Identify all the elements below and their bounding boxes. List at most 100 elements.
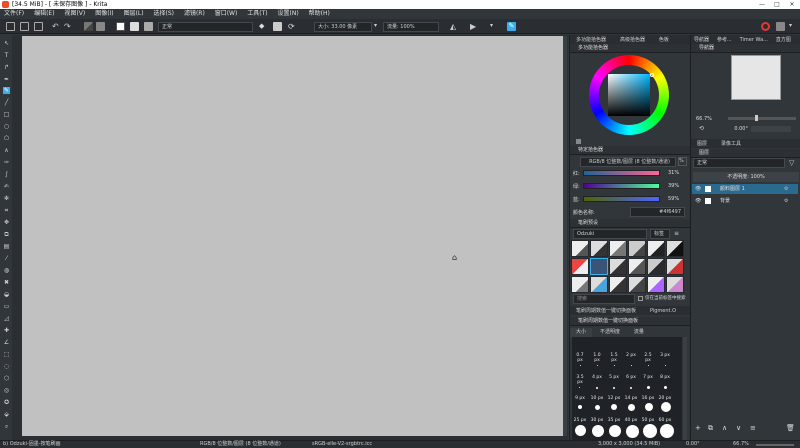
brush-preset[interactable] xyxy=(628,276,646,293)
brush-tag-select[interactable]: Odzuki xyxy=(573,229,647,239)
redo-icon[interactable]: ↷ xyxy=(64,22,73,31)
dynamic-brush-tool-icon[interactable]: ✍ xyxy=(3,183,10,190)
preset-list-icon[interactable]: ≡ xyxy=(674,230,682,238)
text-tool-icon[interactable]: T xyxy=(3,52,10,59)
menu-settings[interactable]: 设置(N) xyxy=(274,9,303,19)
toolbar-overflow-icon[interactable]: ▾ xyxy=(789,22,798,31)
rectangle-tool-icon[interactable]: □ xyxy=(3,111,10,118)
red-value[interactable]: 31% xyxy=(668,170,679,176)
blend-mode-select[interactable]: 正常 xyxy=(158,22,253,32)
edit-shapes-tool-icon[interactable]: ↱ xyxy=(3,64,10,71)
layer-name[interactable]: 颜料图层 1 xyxy=(720,184,745,194)
tag-button[interactable]: 标签 xyxy=(650,229,670,239)
filter-icon[interactable]: ▽ xyxy=(789,159,794,167)
size-dot[interactable] xyxy=(665,365,666,366)
zoom-tool-icon[interactable]: ⌕ xyxy=(3,423,10,430)
menu-select[interactable]: 选择(S) xyxy=(150,9,179,19)
move-layer-down-icon[interactable]: ∨ xyxy=(736,424,741,432)
navigator-thumbnail[interactable] xyxy=(731,55,781,100)
undo-icon[interactable]: ↶ xyxy=(52,22,61,31)
pen-mode-icon[interactable]: ✎ xyxy=(507,22,516,31)
freehand-path-tool-icon[interactable]: ∫ xyxy=(3,171,10,178)
layer-opacity-slider[interactable]: 不透明度: 100% xyxy=(693,172,799,182)
maximize-button[interactable]: □ xyxy=(770,0,784,9)
layer-row[interactable]: 👁 颜料图层 1 ⚙ xyxy=(692,184,798,194)
minimize-button[interactable]: — xyxy=(755,0,769,9)
select-shapes-tool-icon[interactable]: ↖ xyxy=(3,40,10,47)
menu-window[interactable]: 窗口(W) xyxy=(211,9,242,19)
tab-recorder[interactable]: 录像工具 xyxy=(715,140,747,149)
menu-view[interactable]: 视图(V) xyxy=(60,9,89,19)
size-reset-icon[interactable]: ▾ xyxy=(374,22,383,31)
size-dot[interactable] xyxy=(661,402,671,412)
size-dot[interactable] xyxy=(597,365,598,366)
size-dot[interactable] xyxy=(578,405,582,409)
tab-flow[interactable]: 流量 xyxy=(628,328,650,337)
drawing-canvas[interactable]: ⌂ xyxy=(22,36,565,436)
status-colorspace[interactable]: RGB/8 位整数/图层 (8 位整数/通道) xyxy=(200,441,281,448)
size-dot[interactable] xyxy=(609,425,621,437)
polygon-tool-icon[interactable]: ⬠ xyxy=(3,135,10,142)
size-dot[interactable] xyxy=(613,387,615,389)
brush-preset[interactable] xyxy=(609,276,627,293)
smart-patch-tool-icon[interactable]: ✖ xyxy=(3,279,10,286)
status-rotation[interactable]: 0.00° xyxy=(686,441,700,448)
ellipse-select-tool-icon[interactable]: ◌ xyxy=(3,363,10,370)
wrap-around-icon[interactable]: ▾ xyxy=(490,22,499,31)
brush-preset[interactable] xyxy=(628,240,646,257)
delete-layer-icon[interactable]: 🗑 xyxy=(786,424,795,432)
pattern-icon[interactable] xyxy=(96,22,105,31)
reload-icon[interactable]: ⟳ xyxy=(288,22,297,31)
ellipse-tool-icon[interactable]: ○ xyxy=(3,123,10,130)
layer-name[interactable]: 背景 xyxy=(720,196,730,206)
menu-help[interactable]: 帮助(H) xyxy=(305,9,334,19)
multibrush-tool-icon[interactable]: ✻ xyxy=(3,195,10,202)
close-button[interactable]: ✕ xyxy=(785,0,799,9)
brush-size-slider[interactable]: 大小: 33.00 像素 xyxy=(314,22,372,32)
size-dot[interactable] xyxy=(592,425,604,437)
crop-tool-icon[interactable]: ⌗ xyxy=(3,207,10,214)
menu-image[interactable]: 图像(I) xyxy=(91,9,117,19)
saturation-value-square[interactable] xyxy=(608,74,650,116)
size-dot[interactable] xyxy=(643,424,657,438)
brush-preset[interactable] xyxy=(571,276,589,293)
transform-tool-icon[interactable]: ⧉ xyxy=(3,231,10,238)
brush-preset[interactable] xyxy=(666,240,684,257)
brush-preset[interactable] xyxy=(571,258,589,275)
red-slider[interactable] xyxy=(583,170,660,176)
new-document-icon[interactable] xyxy=(6,22,15,31)
freehand-select-tool-icon[interactable]: ◎ xyxy=(3,387,10,394)
duplicate-layer-icon[interactable]: ⧉ xyxy=(708,424,713,433)
layer-lock-icon[interactable]: ⚙ xyxy=(784,196,788,206)
gradient-icon[interactable] xyxy=(84,22,93,31)
add-layer-icon[interactable]: + xyxy=(695,424,701,432)
blue-slider[interactable] xyxy=(583,196,660,202)
tab-opacity[interactable]: 不透明度 xyxy=(594,328,626,337)
status-zoom[interactable]: 66.7% xyxy=(733,441,749,448)
layer-properties-icon[interactable]: ≡ xyxy=(750,424,756,432)
mirror-horizontal-icon[interactable]: ◭ xyxy=(450,22,459,31)
size-dot[interactable] xyxy=(614,365,615,366)
workspace-icon[interactable] xyxy=(776,22,785,31)
colorspace-toggle-icon[interactable]: % xyxy=(678,157,687,166)
preserve-alpha-icon[interactable] xyxy=(273,22,282,31)
layer-lock-icon[interactable]: ⚙ xyxy=(784,184,788,194)
freehand-brush-tool-icon[interactable]: ✎ xyxy=(3,87,10,94)
size-presets-scrollbar[interactable] xyxy=(683,337,687,440)
size-dot[interactable] xyxy=(660,424,674,438)
measure-tool-icon[interactable]: ∠ xyxy=(3,339,10,346)
size-dot[interactable] xyxy=(645,403,653,411)
polyline-tool-icon[interactable]: ∧ xyxy=(3,147,10,154)
color-picker-tool-icon[interactable]: ⁄ xyxy=(3,255,10,262)
rotate-icon[interactable]: ⟲ xyxy=(699,125,704,132)
navigator-rotation-slider[interactable] xyxy=(751,126,791,132)
open-document-icon[interactable] xyxy=(20,22,29,31)
brush-preset[interactable] xyxy=(647,258,665,275)
color-selector-handle[interactable] xyxy=(650,73,654,77)
brush-preset[interactable] xyxy=(609,258,627,275)
canvas-vertical-scrollbar[interactable] xyxy=(563,36,567,436)
menu-edit[interactable]: 编辑(E) xyxy=(30,9,58,19)
small-swatch-icon[interactable] xyxy=(576,139,581,144)
brush-preset[interactable] xyxy=(628,258,646,275)
enclose-fill-tool-icon[interactable]: ▭ xyxy=(3,303,10,310)
